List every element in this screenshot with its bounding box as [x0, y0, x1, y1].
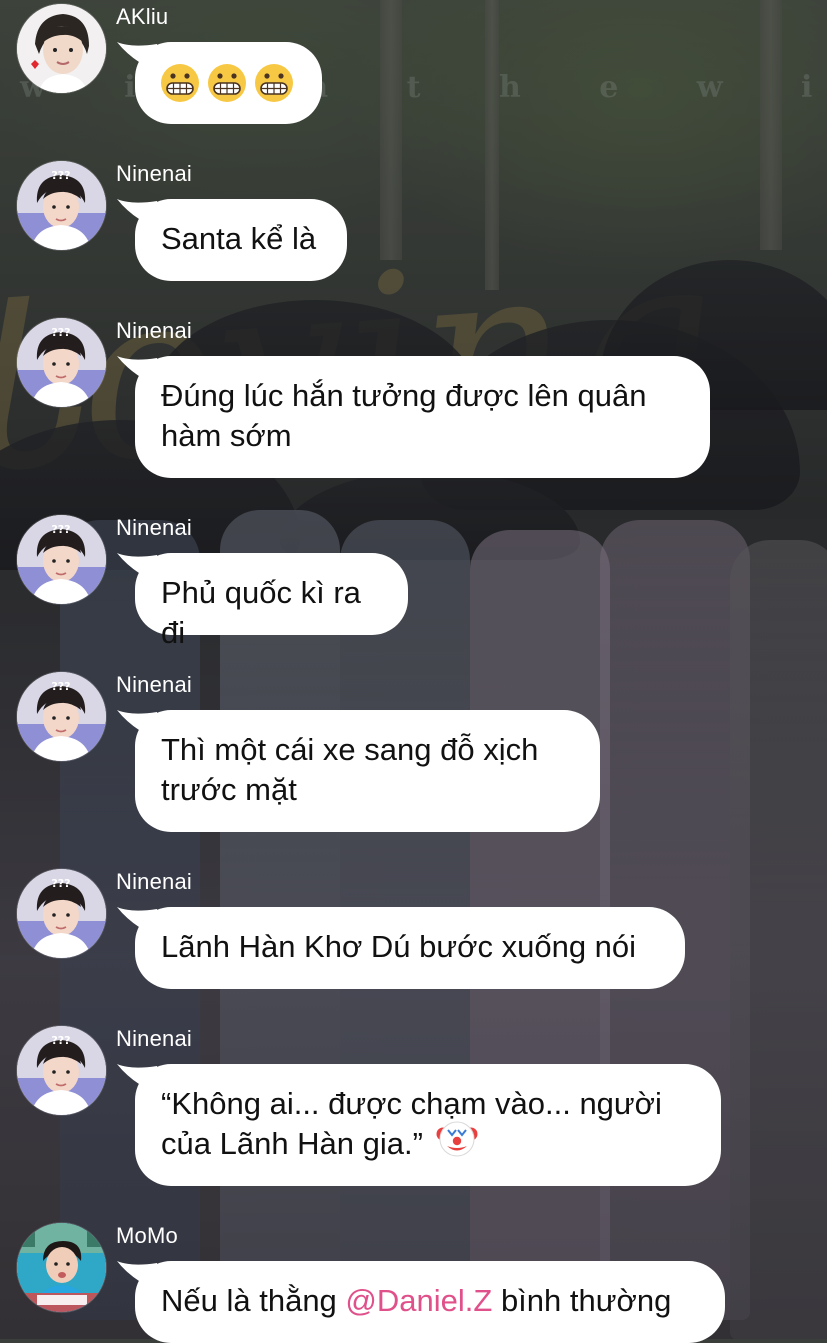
sender-name: Ninenai — [116, 318, 193, 343]
avatar-ninenai[interactable]: ??? — [17, 515, 106, 604]
sender-name: Ninenai — [116, 869, 193, 894]
person-avatar-ninenai-icon: ??? — [17, 869, 106, 958]
svg-text:???: ??? — [51, 877, 70, 890]
message-text: Santa kể là — [161, 221, 317, 256]
sender-name: Ninenai — [116, 1026, 193, 1051]
message-bubble[interactable] — [117, 42, 322, 124]
message-text-line: “Không ai... được chạm vào... người — [161, 1086, 662, 1121]
person-avatar-momo-icon — [17, 1223, 106, 1312]
bubble-tail — [117, 907, 157, 937]
sender-name: Ninenai — [116, 515, 193, 540]
bubble-tail — [117, 710, 157, 740]
person-avatar-ninenai-icon: ??? — [17, 672, 106, 761]
message-text: Nếu là thằng — [161, 1283, 346, 1318]
avatar-ninenai[interactable]: ??? — [17, 869, 106, 958]
message-bubble[interactable]: Nếu là thằng @Daniel.Z bình thường — [117, 1261, 725, 1343]
sender-name: MoMo — [116, 1223, 178, 1248]
message-text-line: trước mặt — [161, 772, 297, 807]
message-text-line: Thì một cái xe sang đỗ xịch — [161, 732, 539, 767]
message-text-line: Đúng lúc hắn tưởng được lên quân — [161, 378, 647, 413]
message-bubble[interactable]: “Không ai... được chạm vào... người của … — [117, 1064, 721, 1186]
svg-text:???: ??? — [51, 326, 70, 339]
avatar-ninenai[interactable]: ??? — [17, 672, 106, 761]
message-text-line: hàm sớm — [161, 418, 292, 453]
avatar-ninenai[interactable]: ??? — [17, 318, 106, 407]
bubble-tail — [117, 199, 157, 229]
sender-name: Ninenai — [116, 672, 193, 697]
message-text: của Lãnh Hàn gia.” — [161, 1126, 423, 1162]
message-bubble[interactable]: Đúng lúc hắn tưởng được lên quân hàm sớm — [117, 356, 710, 478]
message-bubble[interactable]: Lãnh Hàn Khơ Dú bước xuống nói — [117, 907, 685, 989]
person-avatar-ninenai-icon: ??? — [17, 515, 106, 604]
message-text-line: của Lãnh Hàn gia.” — [161, 1121, 695, 1168]
bubble-tail — [117, 553, 157, 583]
message-bubble[interactable]: Phủ quốc kì ra đi — [117, 553, 408, 650]
avatar-ninenai[interactable]: ??? — [17, 1026, 106, 1115]
message-bubble[interactable]: Santa kể là — [117, 199, 347, 281]
person-avatar-ninenai-icon: ??? — [17, 161, 106, 250]
svg-text:???: ??? — [51, 523, 70, 536]
svg-text:???: ??? — [51, 680, 70, 693]
message-text: Lãnh Hàn Khơ Dú bước xuống nói — [161, 929, 637, 964]
user-mention-link[interactable]: @Daniel.Z — [345, 1283, 492, 1318]
bubble-tail — [117, 1261, 157, 1291]
person-avatar-ninenai-icon: ??? — [17, 318, 106, 407]
avatar-akliu[interactable] — [17, 4, 106, 93]
bubble-tail — [117, 356, 157, 386]
avatar-momo[interactable] — [17, 1223, 106, 1312]
bubble-tail — [117, 42, 157, 72]
message-text: Phủ quốc kì ra đi — [161, 575, 361, 650]
clown-face-emoji-icon — [432, 1121, 478, 1168]
svg-text:???: ??? — [51, 1034, 70, 1047]
person-avatar-ninenai-icon: ??? — [17, 1026, 106, 1115]
svg-text:???: ??? — [51, 169, 70, 182]
message-bubble[interactable]: Thì một cái xe sang đỗ xịch trước mặt — [117, 710, 600, 832]
message-text: bình thường — [492, 1283, 672, 1318]
chat-message-list[interactable]: AKliu ??? Ninenai Santa kể là ??? Ninena… — [0, 0, 827, 1343]
avatar-ninenai[interactable]: ??? — [17, 161, 106, 250]
bubble-tail — [117, 1064, 157, 1094]
person-avatar-akliu-icon — [17, 4, 106, 93]
sender-name: AKliu — [116, 4, 169, 29]
sender-name: Ninenai — [116, 161, 193, 186]
